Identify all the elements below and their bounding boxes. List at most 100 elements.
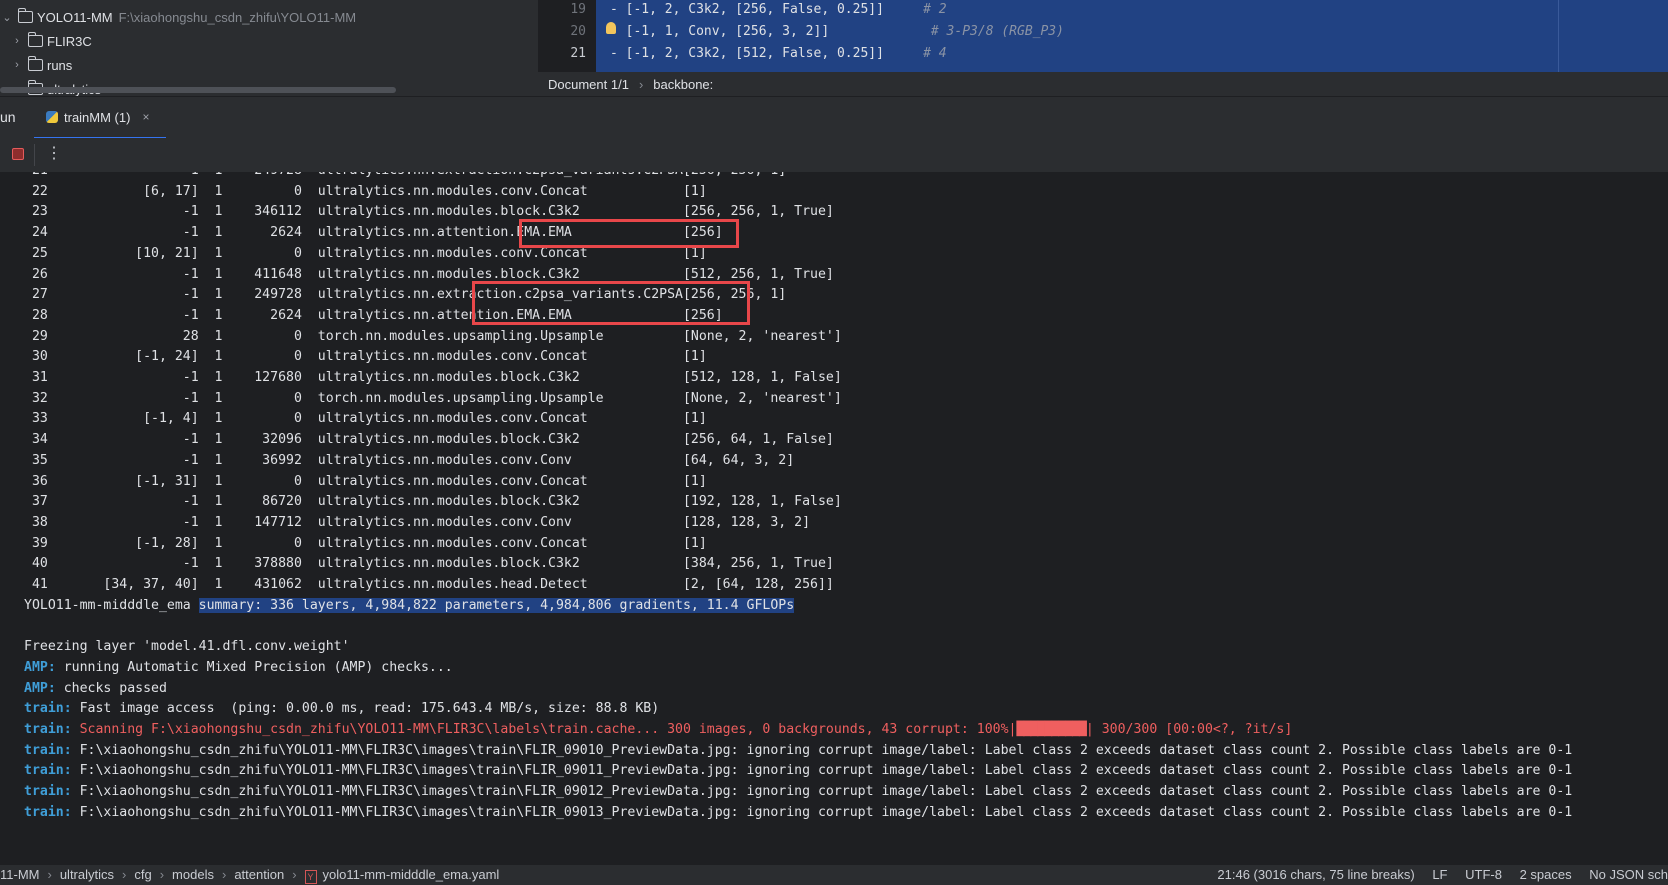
breadcrumb-item[interactable]: models [172, 867, 214, 882]
layer-table-row: 38 -1 1 147712 ultralytics.nn.modules.co… [24, 514, 811, 530]
code-editor[interactable]: 19 20 21 - [-1, 2, C3k2, [256, False, 0.… [538, 0, 1668, 72]
console-side-gutter [0, 172, 15, 864]
chevron-right-icon: › [221, 867, 227, 882]
chevron-down-icon[interactable]: ⌄ [2, 11, 12, 24]
tree-item-label: FLIR3C [47, 33, 92, 49]
code-text: - [-1, 1, Conv, [256, 3, 2]] [610, 24, 830, 39]
log-prefix: AMP: [24, 659, 56, 675]
code-text: - [-1, 2, C3k2, [512, False, 0.25]] [610, 46, 884, 61]
layer-table-row: 31 -1 1 127680 ultralytics.nn.modules.bl… [24, 370, 842, 385]
toolbar-divider [34, 144, 35, 166]
breadcrumb-item[interactable]: attention [234, 867, 284, 882]
code-comment: # 2 [923, 2, 947, 17]
lightbulb-icon[interactable] [606, 22, 616, 34]
progress-bar: ██████████ [1016, 721, 1086, 737]
layer-table-row: 29 28 1 0 torch.nn.modules.upsampling.Up… [24, 328, 842, 344]
tree-item-label: runs [47, 57, 73, 73]
chevron-right-icon: › [159, 867, 165, 882]
folder-icon [27, 56, 43, 71]
breadcrumb-backbone[interactable]: backbone: [653, 77, 713, 92]
tree-root[interactable]: ⌄ YOLO11-MM F:\xiaohongshu_csdn_zhifu\YO… [0, 6, 356, 28]
indent-setting[interactable]: 2 spaces [1520, 867, 1572, 882]
layer-table-row: 40 -1 1 378880 ultralytics.nn.modules.bl… [24, 556, 834, 572]
status-breadcrumb: 11-MM › ultralytics › cfg › models › attention › Y… [0, 867, 499, 884]
breadcrumb-item[interactable]: 11-MM [0, 867, 39, 882]
warning-line: train: F:\xiaohongshu_csdn_zhifu\YOLO11-… [24, 760, 1572, 782]
log-prefix: AMP: [24, 680, 56, 696]
python-icon [46, 111, 58, 123]
project-root-path: F:\xiaohongshu_csdn_zhifu\YOLO11-MM [118, 9, 357, 25]
log-line: Freezing layer 'model.41.dfl.conv.weight… [24, 636, 350, 658]
warning-line: train: F:\xiaohongshu_csdn_zhifu\YOLO11-… [24, 740, 1572, 762]
code-selection-overflow [1558, 0, 1668, 72]
summary-text: summary: 336 layers, 4,984,822 parameter… [198, 597, 795, 613]
chevron-right-icon[interactable]: › [12, 35, 22, 47]
layer-table-row: 37 -1 1 86720 ultralytics.nn.modules.blo… [24, 494, 842, 510]
run-panel-header: un trainMM (1) × [0, 96, 1668, 140]
highlight-box [472, 281, 750, 325]
code-selection[interactable]: - [-1, 2, C3k2, [256, False, 0.25]] # 2 … [596, 0, 1558, 72]
line-separator[interactable]: LF [1432, 867, 1447, 882]
log-line: train: Fast image access (ping: 0.00.0 m… [24, 698, 659, 720]
log-prefix: train: [24, 804, 72, 820]
breadcrumb-item[interactable]: ultralytics [60, 867, 114, 882]
breadcrumb-file[interactable]: yolo11-mm-midddle_ema.yaml [323, 867, 500, 882]
close-icon[interactable]: × [142, 110, 149, 124]
layer-table-row: 34 -1 1 32096 ultralytics.nn.modules.blo… [24, 432, 834, 448]
project-root-name: YOLO11-MM [37, 9, 113, 25]
log-prefix: train: [24, 742, 72, 758]
cursor-position[interactable]: 21:46 (3016 chars, 75 line breaks) [1217, 867, 1414, 882]
code-comment: # 3-P3/8 (RGB_P3) [930, 24, 1064, 39]
code-line[interactable]: - [-1, 2, C3k2, [256, False, 0.25]] # 2 [610, 2, 947, 17]
stop-icon[interactable] [12, 148, 24, 160]
layer-table-row: 41 [34, 37, 40] 1 431062 ultralytics.nn.… [24, 577, 834, 592]
warning-text: F:\xiaohongshu_csdn_zhifu\YOLO11-MM\FLIR… [71, 784, 1573, 799]
code-line[interactable]: - [-1, 2, C3k2, [512, False, 0.25]] # 4 [610, 46, 947, 61]
warning-text: F:\xiaohongshu_csdn_zhifu\YOLO11-MM\FLIR… [71, 763, 1573, 779]
chevron-right-icon: › [47, 867, 52, 882]
line-number: 20 [570, 24, 586, 39]
layer-table-row: 22 [6, 17] 1 0 ultralytics.nn.modules.co… [24, 183, 707, 199]
summary-line: YOLO11-mm-midddle_ema summary: 336 layer… [24, 595, 795, 617]
log-line: AMP: running Automatic Mixed Precision (… [24, 657, 453, 679]
yaml-file-icon: Y [304, 870, 317, 884]
layer-table-row: 39 [-1, 28] 1 0 ultralytics.nn.modules.c… [24, 535, 707, 551]
warning-text: F:\xiaohongshu_csdn_zhifu\YOLO11-MM\FLIR… [71, 804, 1573, 820]
code-text: - [-1, 2, C3k2, [256, False, 0.25]] [610, 2, 884, 17]
breadcrumb-document[interactable]: Document 1/1 [548, 77, 629, 92]
code-comment: # 4 [923, 46, 947, 61]
line-number: 19 [570, 2, 586, 17]
file-encoding[interactable]: UTF-8 [1465, 867, 1502, 882]
log-prefix: train: [24, 784, 72, 799]
line-gutter: 19 20 21 [538, 0, 596, 72]
tab-trainmm[interactable]: trainMM (1) × [34, 97, 166, 140]
folder-icon [17, 8, 33, 23]
tree-item-runs[interactable]: › runs [12, 54, 72, 76]
chevron-right-icon: › [292, 867, 297, 882]
warning-line: train: F:\xiaohongshu_csdn_zhifu\YOLO11-… [24, 781, 1572, 803]
scan-line: train: Scanning F:\xiaohongshu_csdn_zhif… [24, 719, 1292, 741]
horizontal-scrollbar[interactable] [0, 87, 396, 93]
json-schema[interactable]: No JSON sch [1589, 867, 1668, 882]
warning-line: train: F:\xiaohongshu_csdn_zhifu\YOLO11-… [24, 802, 1572, 824]
scan-text: Scanning F:\xiaohongshu_csdn_zhifu\YOLO1… [71, 721, 1017, 737]
layer-table-row: 33 [-1, 4] 1 0 ultralytics.nn.modules.co… [24, 411, 707, 427]
tree-item-flir3c[interactable]: › FLIR3C [12, 30, 92, 52]
console-output[interactable]: 21 -1 1 249728 ultralytics.nn.extraction… [14, 172, 1668, 864]
log-line: AMP: checks passed [24, 678, 167, 700]
project-tree: ⌄ YOLO11-MM F:\xiaohongshu_csdn_zhifu\YO… [0, 0, 538, 96]
code-line[interactable]: - [-1, 1, Conv, [256, 3, 2]] # 3-P3/8 (R… [610, 24, 1064, 39]
layer-table-row: 32 -1 1 0 torch.nn.modules.upsampling.Up… [24, 390, 842, 406]
folder-icon [27, 32, 43, 47]
chevron-right-icon: › [122, 867, 127, 882]
log-text: Fast image access (ping: 0.00.0 ms, read… [71, 701, 660, 717]
scan-tail: | 300/300 [00:00<?, ?it/s] [1085, 721, 1293, 737]
tab-label: trainMM (1) [64, 109, 131, 125]
editor-breadcrumb: Document 1/1 › backbone: [538, 72, 1668, 96]
chevron-right-icon[interactable]: › [12, 59, 22, 71]
breadcrumb-item[interactable]: cfg [134, 867, 151, 882]
log-text: running Automatic Mixed Precision (AMP) … [55, 659, 453, 675]
chevron-right-icon: › [638, 76, 644, 92]
more-options-icon[interactable]: ⋮ [46, 143, 62, 163]
layer-table-row: 35 -1 1 36992 ultralytics.nn.modules.con… [24, 452, 795, 468]
